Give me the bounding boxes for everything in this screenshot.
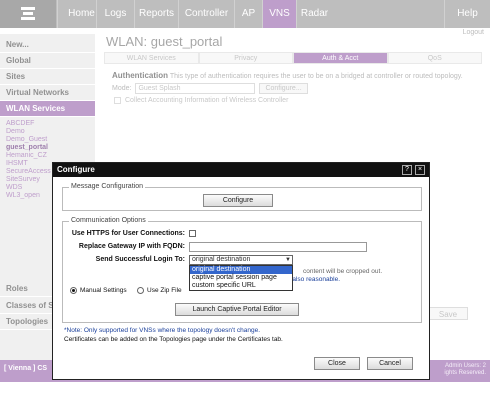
help-icon[interactable]: ? [402, 165, 412, 175]
certificates-note: Certificates can be added on the Topolog… [64, 336, 283, 343]
vns-topology-note: *Note: Only supported for VNSs where the… [64, 327, 260, 334]
replace-gateway-label: Replace Gateway IP with FQDN: [78, 243, 185, 250]
communication-options-legend: Communication Options [69, 217, 148, 224]
cancel-button[interactable]: Cancel [367, 357, 413, 370]
use-zip-file-radio[interactable] [137, 287, 144, 294]
send-login-option[interactable]: original destination [190, 266, 292, 274]
message-configuration-legend: Message Configuration [69, 183, 145, 190]
manual-settings-radio[interactable] [70, 287, 77, 294]
send-login-option[interactable]: captive portal session page [190, 274, 292, 282]
use-https-checkbox[interactable] [189, 230, 196, 237]
manual-settings-label: Manual Settings [80, 287, 127, 294]
send-login-label: Send Successful Login To: [95, 256, 185, 263]
crop-note-line1: content will be cropped out. [303, 268, 383, 275]
use-https-label: Use HTTPS for User Connections: [71, 230, 185, 237]
close-button[interactable]: Close [314, 357, 360, 370]
close-icon[interactable]: × [415, 165, 425, 175]
dialog-title-bar: Configure [53, 163, 429, 177]
launch-captive-portal-editor-button[interactable]: Launch Captive Portal Editor [175, 303, 299, 316]
message-configure-button[interactable]: Configure [203, 194, 273, 207]
send-login-select[interactable]: original destination ▼ [189, 255, 293, 265]
replace-gateway-fqdn-input[interactable] [189, 242, 367, 252]
send-login-option[interactable]: custom specific URL [190, 282, 292, 290]
send-login-selected-value: original destination [192, 256, 251, 263]
chevron-down-icon: ▼ [285, 257, 291, 263]
configure-dialog: Configure ? × Message Configuration Conf… [52, 162, 430, 380]
send-login-dropdown-list: original destination captive portal sess… [189, 265, 293, 291]
dialog-title: Configure [57, 165, 95, 174]
use-zip-file-label: Use Zip File [147, 287, 182, 294]
